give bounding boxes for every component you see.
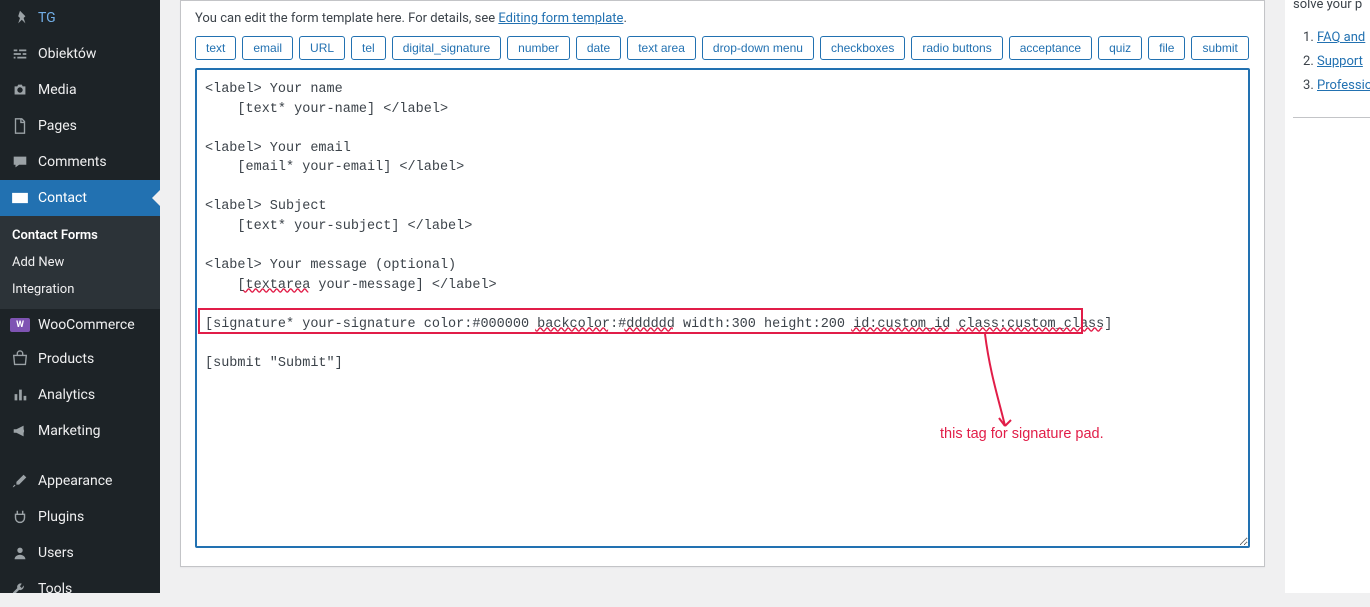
intro-post: . [623, 11, 626, 26]
intro-link[interactable]: Editing form template [498, 11, 623, 26]
intro-text: You can edit the form template here. For… [195, 11, 1250, 26]
sidebar-item-label: Appearance [38, 473, 112, 489]
form-template-textarea[interactable] [195, 68, 1250, 548]
sliders-icon [10, 44, 30, 64]
tag-button-file[interactable]: file [1148, 36, 1185, 60]
tag-button-tel[interactable]: tel [351, 36, 386, 60]
sidebar-item-products[interactable]: Products [0, 341, 160, 377]
user-icon [10, 543, 30, 563]
megaphone-icon [10, 421, 30, 441]
sidebar-item-obiektow[interactable]: Obiektów [0, 36, 160, 72]
product-icon [10, 349, 30, 369]
tag-button-digital-signature[interactable]: digital_signature [392, 36, 501, 60]
plug-icon [10, 507, 30, 527]
camera-icon [10, 80, 30, 100]
main-content: You can edit the form template here. For… [160, 0, 1285, 593]
mail-icon [10, 188, 30, 208]
tag-button-acceptance[interactable]: acceptance [1009, 36, 1092, 60]
sidebar-subitem-integration[interactable]: Integration [0, 276, 160, 303]
tag-generator-bar: text email URL tel digital_signature num… [195, 36, 1250, 60]
sidebar-item-label: WooCommerce [38, 317, 135, 333]
tag-button-quiz[interactable]: quiz [1098, 36, 1142, 60]
right-link-faq[interactable]: FAQ and [1317, 30, 1365, 45]
tag-button-email[interactable]: email [242, 36, 293, 60]
sidebar-item-users[interactable]: Users [0, 535, 160, 571]
chart-icon [10, 385, 30, 405]
sidebar-item-tools[interactable]: Tools [0, 571, 160, 607]
comment-icon [10, 152, 30, 172]
form-editor-panel: You can edit the form template here. For… [180, 0, 1265, 567]
tag-button-radio[interactable]: radio buttons [911, 36, 1002, 60]
sidebar-item-media[interactable]: Media [0, 72, 160, 108]
form-textarea-wrap: <label> Your name [text* your-name] </la… [195, 68, 1250, 552]
sidebar-item-label: Comments [38, 154, 107, 170]
sidebar-item-contact[interactable]: Contact [0, 180, 160, 216]
tag-button-date[interactable]: date [576, 36, 621, 60]
sidebar-item-label: Tools [38, 581, 72, 597]
page-icon [10, 116, 30, 136]
right-link-pro[interactable]: Professio [1317, 78, 1370, 93]
sidebar-item-marketing[interactable]: Marketing [0, 413, 160, 449]
admin-sidebar: TG Obiektów Media Pages Comments Contact… [0, 0, 160, 593]
tag-button-submit[interactable]: submit [1191, 36, 1248, 60]
sidebar-item-label: Pages [38, 118, 77, 134]
sidebar-item-plugins[interactable]: Plugins [0, 499, 160, 535]
right-help-panel: solve your p FAQ and Support Professio [1285, 0, 1370, 593]
sidebar-item-label: TG [38, 10, 56, 26]
sidebar-subitem-contact-forms[interactable]: Contact Forms [0, 222, 160, 249]
sidebar-item-pages[interactable]: Pages [0, 108, 160, 144]
tag-button-checkboxes[interactable]: checkboxes [820, 36, 905, 60]
pin-icon [10, 8, 30, 28]
tag-button-dropdown[interactable]: drop-down menu [702, 36, 814, 60]
sidebar-item-label: Analytics [38, 387, 95, 403]
sidebar-item-label: Media [38, 82, 77, 98]
sidebar-item-comments[interactable]: Comments [0, 144, 160, 180]
tag-button-text[interactable]: text [195, 36, 236, 60]
sidebar-subitem-add-new[interactable]: Add New [0, 249, 160, 276]
right-link-support[interactable]: Support [1317, 54, 1363, 69]
sidebar-item-appearance[interactable]: Appearance [0, 463, 160, 499]
wrench-icon [10, 579, 30, 599]
sidebar-item-label: Products [38, 351, 94, 367]
woo-badge-icon: W [10, 318, 30, 332]
sidebar-item-tg[interactable]: TG [0, 0, 160, 36]
sidebar-item-label: Contact [38, 190, 87, 206]
sidebar-item-label: Marketing [38, 423, 101, 439]
right-help-pretext: solve your p [1293, 0, 1370, 12]
sidebar-submenu-contact: Contact Forms Add New Integration [0, 216, 160, 309]
sidebar-item-label: Users [38, 545, 74, 561]
intro-pre: You can edit the form template here. For… [195, 11, 498, 26]
tag-button-textarea[interactable]: text area [627, 36, 696, 60]
sidebar-item-label: Obiektów [38, 46, 96, 62]
sidebar-item-woocommerce[interactable]: W WooCommerce [0, 309, 160, 341]
sidebar-item-analytics[interactable]: Analytics [0, 377, 160, 413]
brush-icon [10, 471, 30, 491]
tag-button-url[interactable]: URL [299, 36, 345, 60]
tag-button-number[interactable]: number [507, 36, 570, 60]
sidebar-item-label: Plugins [38, 509, 84, 525]
